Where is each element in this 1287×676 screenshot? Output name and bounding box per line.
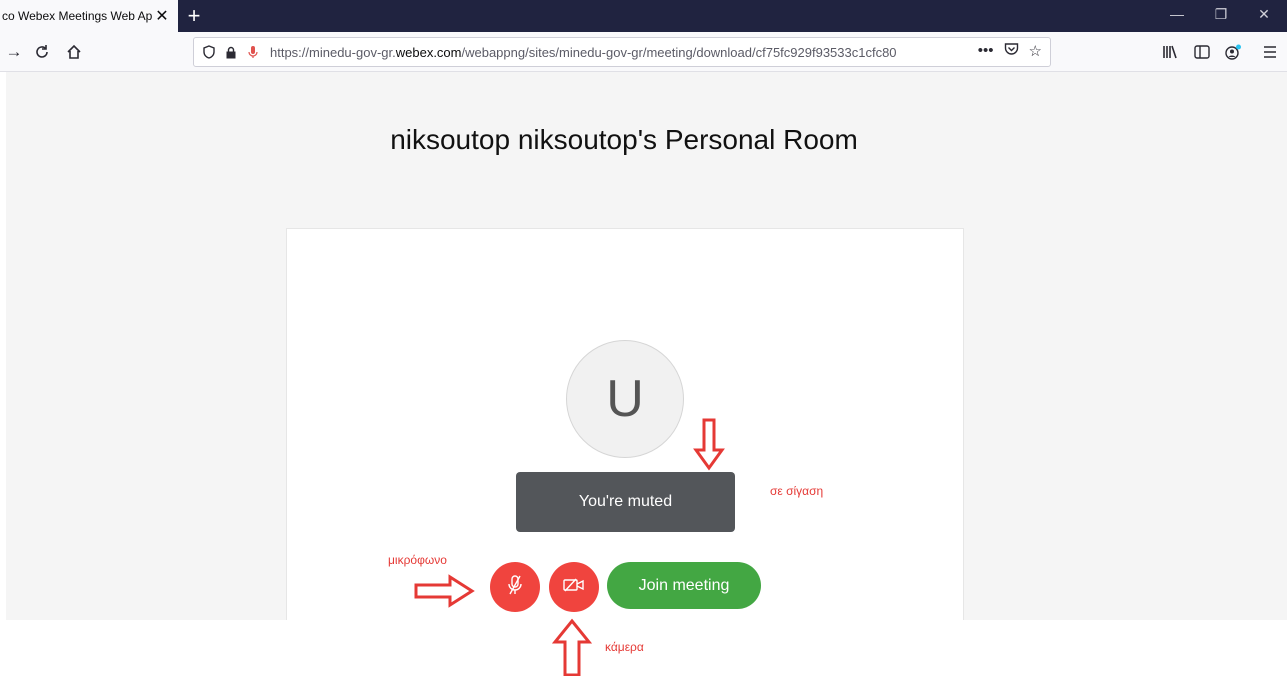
close-tab-icon[interactable]: ✕ [152, 6, 172, 26]
url-path: /webappng/sites/minedu-gov-gr/meeting/do… [461, 44, 897, 60]
more-icon[interactable]: ••• [978, 42, 994, 60]
close-window-icon[interactable]: ✕ [1241, 0, 1287, 28]
arrow-right-icon [414, 574, 475, 608]
url-domain: webex.com [395, 44, 462, 60]
camera-button[interactable] [549, 562, 599, 612]
avatar-initial: U [606, 370, 644, 428]
camera-off-icon [563, 577, 585, 598]
home-icon[interactable] [60, 38, 88, 66]
annotation-camera: κάμερα [605, 640, 644, 654]
url-text[interactable]: https://minedu-gov-gr.webex.com/webappng… [270, 45, 950, 60]
account-icon[interactable] [1219, 38, 1247, 66]
arrow-up-icon [552, 618, 592, 676]
annotation-microphone: μικρόφωνο [388, 553, 447, 567]
navigation-bar: → https://minedu-gov-gr.webex.com/webapp… [0, 32, 1287, 72]
reload-icon[interactable] [28, 38, 56, 66]
page-title: niksoutop niksoutop's Personal Room [390, 124, 858, 155]
restore-icon[interactable]: ❐ [1198, 0, 1244, 28]
url-bar[interactable]: https://minedu-gov-gr.webex.com/webappng… [193, 37, 1051, 67]
library-icon[interactable] [1156, 38, 1184, 66]
new-tab-icon[interactable]: + [180, 2, 208, 30]
tab-title: co Webex Meetings Web Ap [2, 9, 152, 23]
microphone-muted-icon [505, 574, 525, 601]
webex-page: niksoutop niksoutop's Personal Room U Yo… [6, 72, 1287, 620]
url-prefix: https://minedu-gov-gr. [270, 44, 396, 60]
lock-icon[interactable] [220, 46, 242, 59]
microphone-icon[interactable] [242, 45, 264, 59]
tab-bar: co Webex Meetings Web Ap ✕ + — ❐ ✕ [0, 0, 1287, 32]
shield-icon[interactable] [198, 45, 220, 59]
forward-arrow-icon[interactable]: → [0, 38, 28, 66]
menu-icon[interactable] [1256, 38, 1284, 66]
annotation-muted: σε σίγαση [770, 484, 824, 498]
avatar: U [566, 340, 684, 458]
star-icon[interactable]: ☆ [1029, 42, 1042, 60]
join-meeting-button[interactable]: Join meeting [607, 562, 761, 609]
pocket-icon[interactable] [1004, 42, 1019, 60]
muted-tooltip: You're muted [516, 472, 735, 532]
mute-button[interactable] [490, 562, 540, 612]
browser-tab[interactable]: co Webex Meetings Web Ap ✕ [0, 0, 178, 32]
arrow-down-icon [693, 418, 725, 471]
sidebar-icon[interactable] [1188, 38, 1216, 66]
minimize-icon[interactable]: — [1154, 0, 1200, 28]
